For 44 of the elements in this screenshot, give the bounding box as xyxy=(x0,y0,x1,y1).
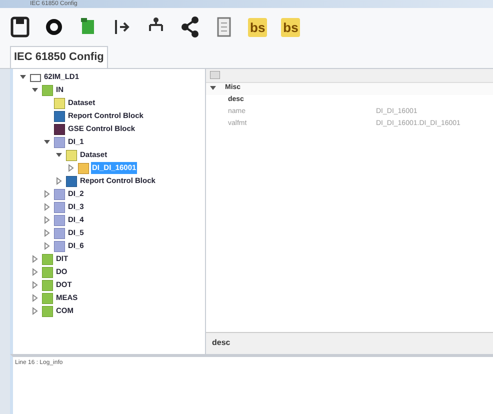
node-icon xyxy=(54,98,65,108)
node-icon xyxy=(54,188,65,200)
gear-icon[interactable] xyxy=(44,16,64,38)
save-icon[interactable] xyxy=(10,16,30,38)
node-icon xyxy=(42,306,53,316)
expand-arrow-icon[interactable] xyxy=(31,268,39,276)
expand-arrow-icon[interactable] xyxy=(43,190,51,198)
folder-icon xyxy=(30,72,41,82)
categorized-icon[interactable] xyxy=(210,71,220,79)
node-icon xyxy=(66,176,77,186)
expand-arrow-icon[interactable] xyxy=(43,203,51,211)
collapse-arrow-icon[interactable] xyxy=(55,151,63,159)
description-text: desc xyxy=(212,337,230,349)
node-icon xyxy=(54,124,65,134)
config-tab[interactable]: IEC 61850 Config xyxy=(10,46,108,68)
node-icon xyxy=(78,162,89,174)
expand-arrow-icon[interactable] xyxy=(43,242,51,250)
collapse-arrow-icon[interactable] xyxy=(210,85,217,92)
collapse-arrow-icon[interactable] xyxy=(19,73,27,81)
node-icon xyxy=(42,292,53,304)
share-icon[interactable] xyxy=(180,16,200,38)
node-icon xyxy=(66,150,77,160)
expand-arrow-icon[interactable] xyxy=(31,255,39,263)
bs-tool-button[interactable]: bs xyxy=(248,18,268,36)
node-icon xyxy=(42,266,53,278)
expand-arrow-icon[interactable] xyxy=(43,216,51,224)
expand-arrow-icon[interactable] xyxy=(31,294,39,302)
expand-arrow-icon[interactable] xyxy=(31,307,39,315)
node-icon xyxy=(54,214,65,226)
node-icon xyxy=(42,280,53,290)
node-icon xyxy=(54,110,65,122)
expand-arrow-icon[interactable] xyxy=(67,164,75,172)
node-icon xyxy=(54,136,65,148)
node-icon xyxy=(54,240,65,252)
node-icon xyxy=(54,202,65,212)
bs-tool-button[interactable]: bs xyxy=(281,18,300,36)
expand-arrow-icon[interactable] xyxy=(31,281,39,289)
collapse-arrow-icon[interactable] xyxy=(31,86,39,94)
node-icon xyxy=(42,84,53,96)
collapse-arrow-icon[interactable] xyxy=(43,138,51,146)
node-icon xyxy=(42,254,53,264)
node-icon xyxy=(54,228,65,238)
expand-arrow-icon[interactable] xyxy=(43,229,51,237)
expand-arrow-icon[interactable] xyxy=(55,177,63,185)
